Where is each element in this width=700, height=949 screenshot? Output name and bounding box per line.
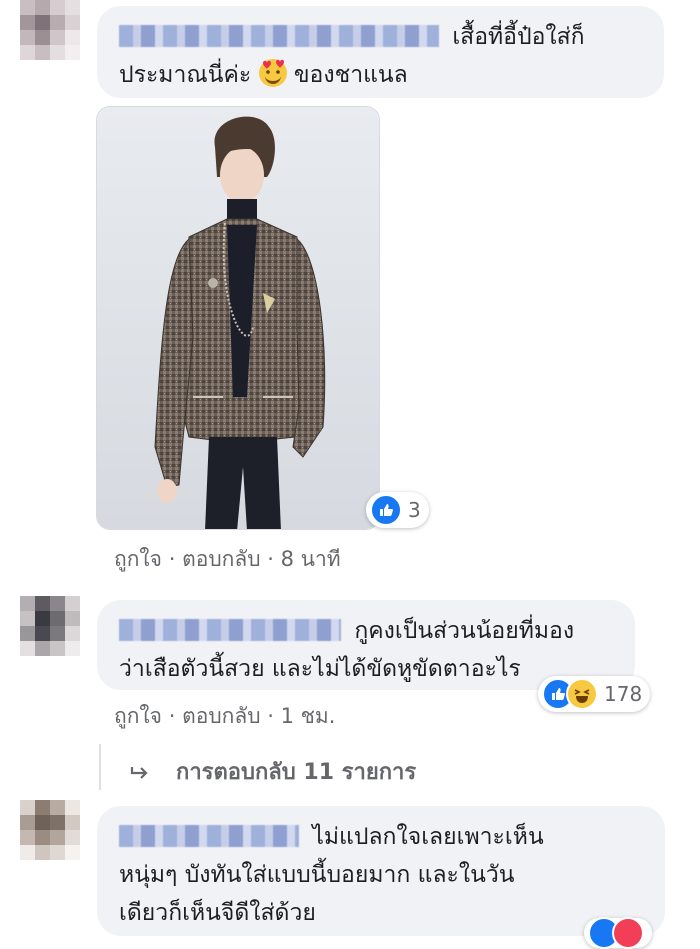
timestamp[interactable]: 8 นาที [281, 547, 341, 571]
view-replies-link[interactable]: การตอบกลับ 11 รายการ [130, 754, 416, 789]
comment-text: ประมาณนี่ค่ะ [119, 62, 252, 88]
like-link[interactable]: ถูกใจ [114, 704, 162, 728]
comment-text: ว่าเสือตัวนี้สวย และไม่ได้ขัดหูขัดตาอะไร [119, 656, 521, 682]
comment-actions: ถูกใจ · ตอบกลับ · 1 ชม. [114, 704, 336, 728]
attached-photo[interactable] [96, 106, 380, 530]
comment-text: หนุ่มๆ บังทันใส่แบบนี้บอยมาก และในวัน [119, 862, 515, 888]
comment-text: กูคงเป็นส่วนน้อยที่มอง [354, 618, 575, 644]
thread-line [99, 744, 101, 790]
reply-arrow-icon [130, 765, 150, 779]
comment-text: เสื้อที่อี้ป๋อใส่ก็ [452, 24, 585, 50]
reaction-summary[interactable] [584, 917, 652, 949]
love-reaction-icon [612, 917, 644, 949]
reaction-summary[interactable]: 3 [366, 492, 429, 528]
reaction-count: 178 [604, 682, 643, 706]
commenter-name[interactable] [119, 619, 341, 641]
comment-text: ไม่แปลกใจเลยเพาะเห็น [312, 824, 544, 850]
comment-text: ของชาแนล [293, 62, 408, 88]
comment-text: เดียวก็เห็นจีดีใส่ด้วย [119, 900, 316, 926]
comment-actions: ถูกใจ · ตอบกลับ · 8 นาที [114, 547, 341, 571]
reaction-summary[interactable]: 178 [538, 676, 651, 712]
reply-link[interactable]: ตอบกลับ [182, 704, 261, 728]
like-link[interactable]: ถูกใจ [114, 547, 162, 571]
avatar[interactable] [20, 800, 80, 860]
smiling-face-with-hearts-icon [258, 59, 287, 87]
timestamp[interactable]: 1 ชม. [281, 704, 336, 728]
avatar[interactable] [20, 596, 80, 656]
view-replies-label: การตอบกลับ 11 รายการ [176, 760, 417, 785]
reaction-count: 3 [408, 498, 421, 522]
commenter-name[interactable] [119, 25, 439, 47]
like-reaction-icon [370, 494, 402, 526]
commenter-name[interactable] [119, 825, 299, 847]
haha-reaction-icon [566, 678, 598, 710]
comment-bubble: เสื้อที่อี้ป๋อใส่ก็ ประมาณนี่ค่ะ ของชาแน… [97, 6, 664, 98]
avatar[interactable] [20, 0, 80, 60]
comment-bubble: ไม่แปลกใจเลยเพาะเห็น หนุ่มๆ บังทันใส่แบบ… [97, 806, 665, 936]
reply-link[interactable]: ตอบกลับ [182, 547, 261, 571]
